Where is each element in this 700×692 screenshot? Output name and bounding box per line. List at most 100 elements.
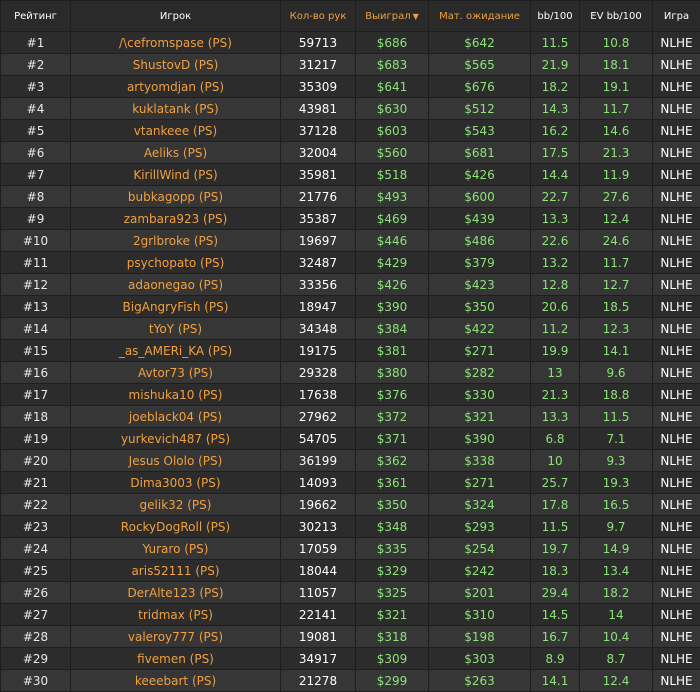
hands-cell: 54705 bbox=[280, 427, 356, 450]
player-link[interactable]: kuklatank (PS) bbox=[132, 102, 218, 116]
ev-cell: $303 bbox=[428, 647, 531, 670]
player-link[interactable]: artyomdjan (PS) bbox=[127, 80, 224, 94]
bb100-cell: 12.8 bbox=[530, 273, 580, 296]
table-row: #19 yurkevich487 (PS) 54705 $371 $390 6.8 7.1 N… bbox=[0, 427, 700, 450]
game-cell: NLHE bbox=[652, 625, 700, 648]
player-link[interactable]: zambara923 (PS) bbox=[124, 212, 228, 226]
hands-cell: 33356 bbox=[280, 273, 356, 296]
leaderboard-table: Рейтинг Игрок Кол-во рук Выиграл ▼ Мат. о… bbox=[0, 0, 700, 692]
bb100-cell: 20.6 bbox=[530, 295, 580, 318]
bb100-cell: 17.5 bbox=[530, 141, 580, 164]
won-cell: $381 bbox=[355, 339, 429, 362]
player-link[interactable]: KirillWind (PS) bbox=[133, 168, 217, 182]
player-link[interactable]: vtankeee (PS) bbox=[134, 124, 217, 138]
won-cell: $362 bbox=[355, 449, 429, 472]
bb100-cell: 16.2 bbox=[530, 119, 580, 142]
player-link[interactable]: adaonegao (PS) bbox=[128, 278, 223, 292]
rank-cell: #11 bbox=[0, 251, 71, 274]
hands-cell: 22141 bbox=[280, 603, 356, 626]
player-link[interactable]: /\cefromspase (PS) bbox=[119, 36, 232, 50]
player-link[interactable]: yurkevich487 (PS) bbox=[121, 432, 230, 446]
rank-cell: #24 bbox=[0, 537, 71, 560]
player-link[interactable]: keeebart (PS) bbox=[135, 674, 216, 688]
player-link[interactable]: Yuraro (PS) bbox=[143, 542, 209, 556]
player-link[interactable]: valeroy777 (PS) bbox=[128, 630, 223, 644]
rank-cell: #1 bbox=[0, 31, 71, 54]
player-link[interactable]: tridmax (PS) bbox=[138, 608, 213, 622]
bb100-cell: 21.3 bbox=[530, 383, 580, 406]
player-link[interactable]: BigAngryFish (PS) bbox=[123, 300, 229, 314]
rank-cell: #13 bbox=[0, 295, 71, 318]
ev-cell: $600 bbox=[428, 185, 531, 208]
player-link[interactable]: mishuka10 (PS) bbox=[129, 388, 223, 402]
won-cell: $641 bbox=[355, 75, 429, 98]
game-cell: NLHE bbox=[652, 647, 700, 670]
column-header-hands[interactable]: Кол-во рук bbox=[280, 0, 356, 32]
evbb100-cell: 11.7 bbox=[579, 251, 653, 274]
player-cell: Dima3003 (PS) bbox=[70, 471, 281, 494]
won-cell: $469 bbox=[355, 207, 429, 230]
player-cell: mishuka10 (PS) bbox=[70, 383, 281, 406]
player-link[interactable]: fivemen (PS) bbox=[137, 652, 214, 666]
player-cell: bubkagopp (PS) bbox=[70, 185, 281, 208]
bb100-cell: 25.7 bbox=[530, 471, 580, 494]
player-link[interactable]: bubkagopp (PS) bbox=[128, 190, 223, 204]
rank-cell: #12 bbox=[0, 273, 71, 296]
player-link[interactable]: ShustovD (PS) bbox=[133, 58, 219, 72]
ev-cell: $254 bbox=[428, 537, 531, 560]
rank-cell: #10 bbox=[0, 229, 71, 252]
player-link[interactable]: Jesus Ololo (PS) bbox=[129, 454, 223, 468]
player-link[interactable]: psychopato (PS) bbox=[127, 256, 225, 270]
rank-cell: #25 bbox=[0, 559, 71, 582]
player-link[interactable]: gelik32 (PS) bbox=[140, 498, 212, 512]
ev-cell: $271 bbox=[428, 339, 531, 362]
rank-cell: #2 bbox=[0, 53, 71, 76]
hands-cell: 19662 bbox=[280, 493, 356, 516]
evbb100-cell: 9.7 bbox=[579, 515, 653, 538]
player-link[interactable]: Avtor73 (PS) bbox=[138, 366, 213, 380]
column-header-won[interactable]: Выиграл ▼ bbox=[355, 0, 429, 32]
player-cell: Jesus Ololo (PS) bbox=[70, 449, 281, 472]
bb100-cell: 19.7 bbox=[530, 537, 580, 560]
bb100-cell: 13.3 bbox=[530, 207, 580, 230]
player-cell: tridmax (PS) bbox=[70, 603, 281, 626]
player-cell: KirillWind (PS) bbox=[70, 163, 281, 186]
player-link[interactable]: aris52111 (PS) bbox=[131, 564, 219, 578]
table-row: #4 kuklatank (PS) 43981 $630 $512 14.3 11.7 NLH… bbox=[0, 97, 700, 120]
won-cell: $325 bbox=[355, 581, 429, 604]
game-cell: NLHE bbox=[652, 559, 700, 582]
bb100-cell: 14.1 bbox=[530, 669, 580, 692]
player-link[interactable]: RockyDogRoll (PS) bbox=[121, 520, 230, 534]
game-cell: NLHE bbox=[652, 581, 700, 604]
player-cell: valeroy777 (PS) bbox=[70, 625, 281, 648]
player-link[interactable]: DerAlte123 (PS) bbox=[127, 586, 223, 600]
table-row: #5 vtankeee (PS) 37128 $603 $543 16.2 14.6 NLHE bbox=[0, 119, 700, 142]
player-cell: Avtor73 (PS) bbox=[70, 361, 281, 384]
won-cell: $446 bbox=[355, 229, 429, 252]
player-link[interactable]: tYoY (PS) bbox=[149, 322, 202, 336]
column-header-ev[interactable]: Мат. ожидание bbox=[428, 0, 531, 32]
hands-cell: 43981 bbox=[280, 97, 356, 120]
rank-cell: #8 bbox=[0, 185, 71, 208]
hands-cell: 19175 bbox=[280, 339, 356, 362]
ev-cell: $439 bbox=[428, 207, 531, 230]
column-header-won-label: Выиграл bbox=[365, 10, 411, 22]
rank-cell: #3 bbox=[0, 75, 71, 98]
bb100-cell: 16.7 bbox=[530, 625, 580, 648]
player-link[interactable]: Aeliks (PS) bbox=[144, 146, 207, 160]
player-cell: artyomdjan (PS) bbox=[70, 75, 281, 98]
evbb100-cell: 12.3 bbox=[579, 317, 653, 340]
rank-cell: #4 bbox=[0, 97, 71, 120]
player-cell: vtankeee (PS) bbox=[70, 119, 281, 142]
won-cell: $683 bbox=[355, 53, 429, 76]
won-cell: $686 bbox=[355, 31, 429, 54]
game-cell: NLHE bbox=[652, 339, 700, 362]
player-link[interactable]: 2grlbroke (PS) bbox=[133, 234, 218, 248]
won-cell: $603 bbox=[355, 119, 429, 142]
table-row: #29 fivemen (PS) 34917 $309 $303 8.9 8.7 NLHE bbox=[0, 647, 700, 670]
player-link[interactable]: joeblack04 (PS) bbox=[129, 410, 222, 424]
player-link[interactable]: _as_AMERi_KA (PS) bbox=[119, 344, 232, 358]
column-header-game: Игра bbox=[652, 0, 700, 32]
table-row: #25 aris52111 (PS) 18044 $329 $242 18.3 13.4 NL… bbox=[0, 559, 700, 582]
player-link[interactable]: Dima3003 (PS) bbox=[130, 476, 220, 490]
